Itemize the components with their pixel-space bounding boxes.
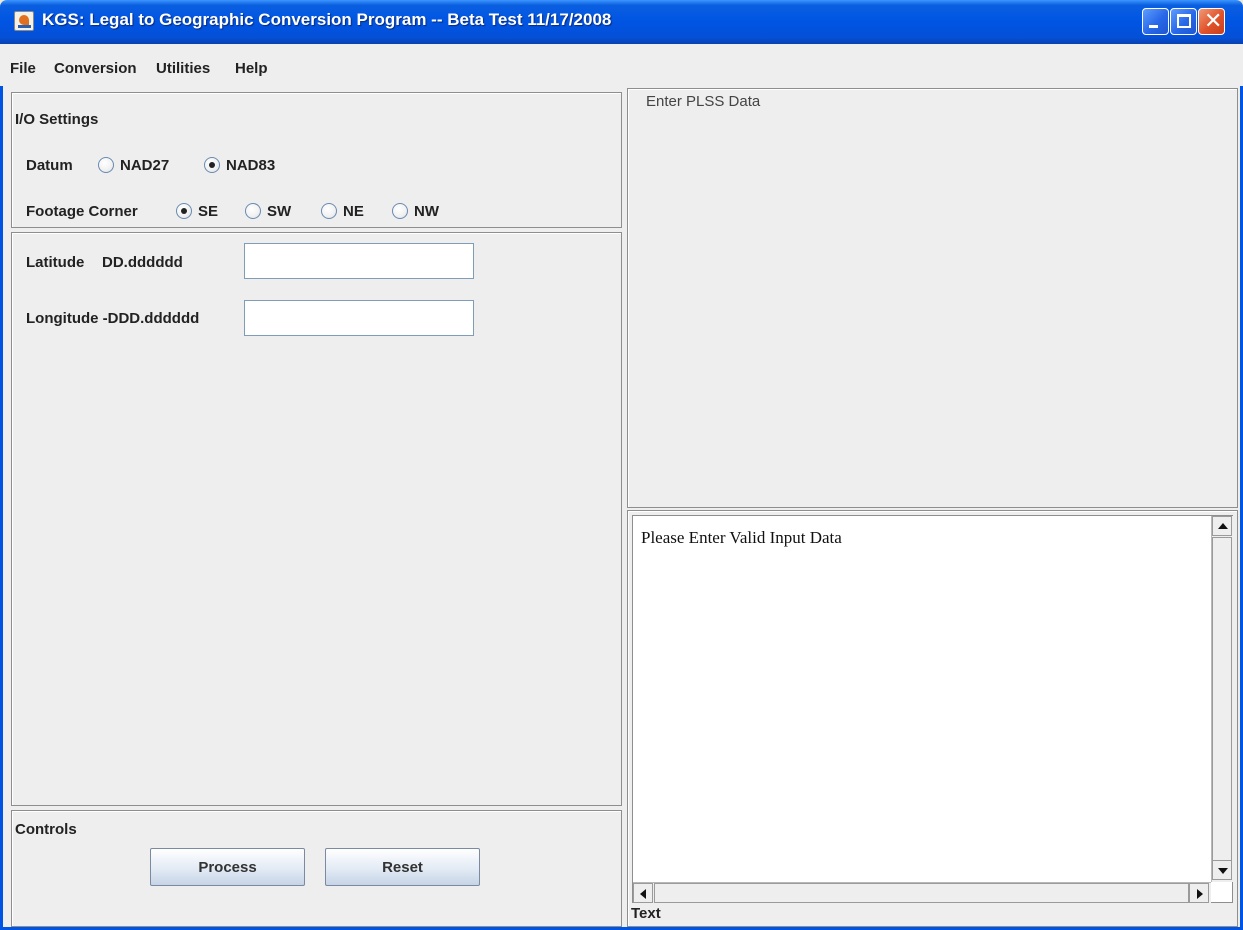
datum-nad27-radio[interactable] <box>98 157 114 173</box>
menu-file[interactable]: File <box>10 60 36 77</box>
corner-se-radio[interactable] <box>176 203 192 219</box>
minimize-icon <box>1149 25 1158 28</box>
longitude-label: Longitude -DDD.dddddd <box>26 310 200 327</box>
output-footer-label: Text <box>631 905 661 922</box>
datum-nad27-label[interactable]: NAD27 <box>120 157 169 174</box>
reset-button[interactable]: Reset <box>325 848 480 886</box>
datum-nad83-label[interactable]: NAD83 <box>226 157 275 174</box>
latitude-format-label: DD.dddddd <box>102 254 183 271</box>
maximize-button[interactable] <box>1170 8 1197 35</box>
close-button[interactable]: ✕ <box>1198 8 1225 35</box>
arrow-left-icon <box>640 889 646 899</box>
arrow-down-icon <box>1218 868 1228 874</box>
arrow-right-icon <box>1197 889 1203 899</box>
corner-ne-label[interactable]: NE <box>343 203 364 220</box>
corner-ne-radio[interactable] <box>321 203 337 219</box>
window-title: KGS: Legal to Geographic Conversion Prog… <box>42 10 612 29</box>
corner-sw-label[interactable]: SW <box>267 203 291 220</box>
close-icon: ✕ <box>1204 9 1223 34</box>
vertical-scroll-thumb[interactable] <box>1212 537 1232 861</box>
arrow-up-icon <box>1218 523 1228 529</box>
controls-panel: Controls Process Reset <box>11 810 622 927</box>
plss-panel: Enter PLSS Data <box>627 88 1238 508</box>
process-button[interactable]: Process <box>150 848 305 886</box>
corner-sw-radio[interactable] <box>245 203 261 219</box>
coordinates-panel: Latitude DD.dddddd Longitude -DDD.dddddd <box>11 232 622 806</box>
output-panel: Please Enter Valid Input Data Text <box>627 510 1238 927</box>
scroll-down-button[interactable] <box>1212 860 1232 880</box>
menu-utilities[interactable]: Utilities <box>156 60 210 77</box>
scroll-up-button[interactable] <box>1212 516 1232 536</box>
scroll-right-button[interactable] <box>1189 883 1209 903</box>
maximize-icon <box>1177 14 1191 28</box>
menu-conversion[interactable]: Conversion <box>54 60 137 77</box>
horizontal-scrollbar[interactable] <box>633 882 1211 903</box>
footage-corner-label: Footage Corner <box>26 203 138 220</box>
vertical-scrollbar[interactable] <box>1211 516 1233 882</box>
longitude-input[interactable] <box>244 300 474 336</box>
plss-title: Enter PLSS Data <box>646 93 761 110</box>
io-settings-panel: I/O Settings Datum NAD27 NAD83 Footage C… <box>11 92 622 228</box>
corner-se-label[interactable]: SE <box>198 203 218 220</box>
output-text-area[interactable]: Please Enter Valid Input Data <box>632 515 1233 903</box>
corner-nw-label[interactable]: NW <box>414 203 439 220</box>
minimize-button[interactable] <box>1142 8 1169 35</box>
latitude-input[interactable] <box>244 243 474 279</box>
datum-label: Datum <box>26 157 73 174</box>
io-settings-title: I/O Settings <box>15 111 99 128</box>
latitude-label: Latitude <box>26 254 85 271</box>
horizontal-scroll-thumb[interactable] <box>654 883 1189 903</box>
scroll-left-button[interactable] <box>633 883 653 903</box>
controls-title: Controls <box>15 821 77 838</box>
menu-bar: File Conversion Utilities Help <box>0 44 1243 86</box>
corner-nw-radio[interactable] <box>392 203 408 219</box>
datum-nad83-radio[interactable] <box>204 157 220 173</box>
java-app-icon <box>14 11 34 31</box>
output-message: Please Enter Valid Input Data <box>641 528 842 547</box>
menu-help[interactable]: Help <box>235 60 268 77</box>
title-bar[interactable]: KGS: Legal to Geographic Conversion Prog… <box>0 0 1243 44</box>
